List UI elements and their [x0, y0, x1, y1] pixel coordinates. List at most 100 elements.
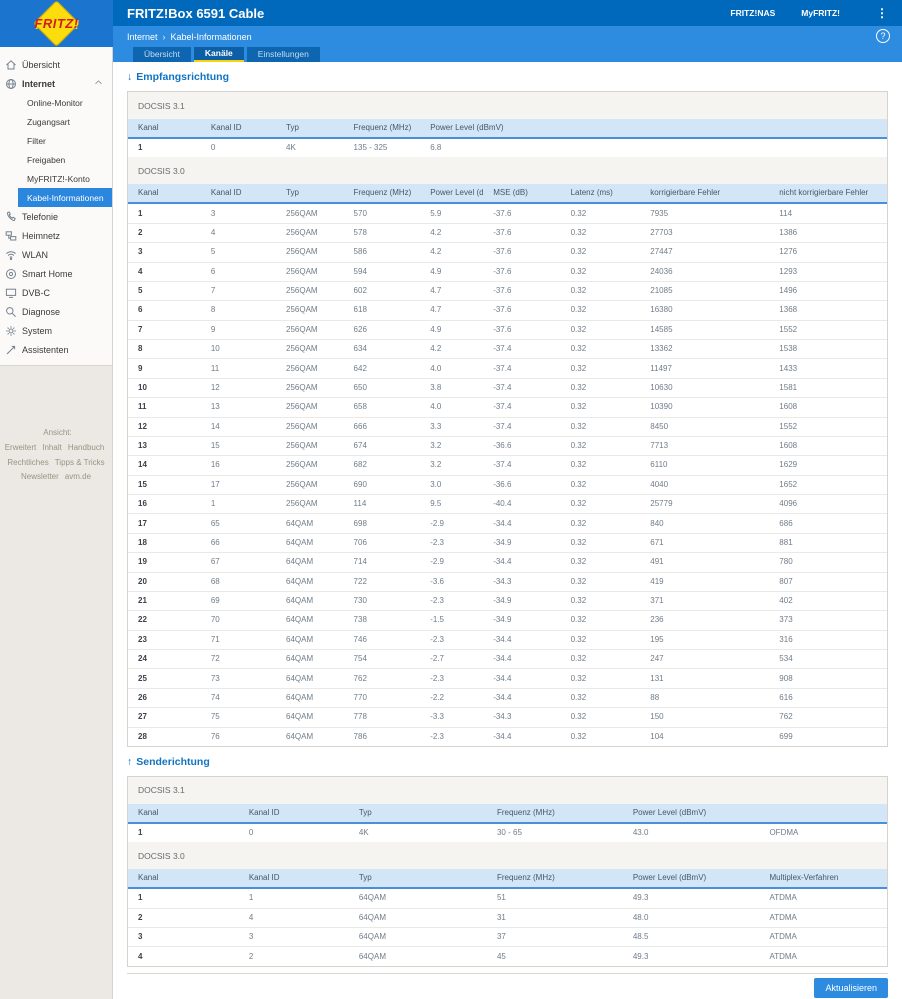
table-cell: 730 [343, 591, 421, 612]
table-cell: 634 [343, 339, 421, 360]
table-cell: 402 [769, 591, 887, 612]
table-cell: 1293 [769, 262, 887, 282]
table-row: 25 73 64QAM 762 -2.3 -34.4 0.32 131 908 [128, 668, 887, 689]
table-cell: 780 [769, 552, 887, 573]
table-cell: 908 [769, 668, 887, 689]
table-cell: 13362 [640, 339, 770, 360]
column-header: MSE (dB) [483, 184, 561, 205]
table-header-row: Kanal Kanal ID Typ Frequenz (MHz) Power Leve… [128, 869, 887, 890]
sidebar-item-filter[interactable]: Filter [18, 131, 112, 150]
tipps-tricks-link[interactable]: Tipps & Tricks [55, 458, 105, 467]
table-row: 4 2 64QAM 45 49.3 ATDMA [128, 947, 887, 966]
table-cell: 256QAM [276, 358, 344, 379]
sidebar-item-smart-home[interactable]: Smart Home [0, 264, 112, 283]
rechtliches-link[interactable]: Rechtliches [7, 458, 48, 467]
sidebar-item-telefonie[interactable]: Telefonie [0, 207, 112, 226]
chevron-up-icon[interactable] [94, 78, 107, 89]
sidebar-item-dvb-c[interactable]: DVB-C [0, 283, 112, 302]
handbuch-link[interactable]: Handbuch [68, 443, 104, 452]
table-row: 14 16 256QAM 682 3.2 -37.4 0.32 6110 1629 [128, 455, 887, 476]
table-cell: 12 [128, 417, 201, 437]
table-cell: 12 [200, 378, 276, 399]
table-cell: -34.9 [483, 610, 561, 631]
tab-kanaele[interactable]: Kanäle [193, 47, 244, 62]
column-header: Power Level (dBmV) [420, 119, 887, 139]
sidebar-item-kabel-informationen[interactable]: Kabel-Informationen [18, 188, 112, 207]
sidebar-item-online-monitor[interactable]: Online-Monitor [18, 93, 112, 112]
table-cell: 5.9 [420, 203, 484, 224]
sidebar-item-freigaben[interactable]: Freigaben [18, 150, 112, 169]
table-cell: 16 [200, 455, 276, 476]
breadcrumb-section[interactable]: Internet [127, 32, 158, 42]
table-row: 6 8 256QAM 618 4.7 -37.6 0.32 16380 1368 [128, 300, 887, 321]
table-row: 17 65 64QAM 698 -2.9 -34.4 0.32 840 686 [128, 513, 887, 534]
tab-einstellungen[interactable]: Einstellungen [246, 47, 320, 62]
download-docsis30-table: Kanal Kanal ID Typ Frequenz (MHz) Power Leve… [128, 184, 887, 746]
sidebar-item-label: Telefonie [22, 211, 59, 222]
table-cell: 0 [248, 828, 254, 838]
fritz-logo[interactable]: FRITZ! [0, 0, 113, 47]
table-cell: -37.6 [483, 223, 561, 244]
sidebar-item-label: System [22, 325, 53, 336]
table-cell: 699 [779, 731, 793, 741]
table-cell: 256QAM [276, 300, 344, 321]
main-content: ↓ Empfangsrichtung DOCSIS 3.1 Kanal Kanal … [113, 62, 902, 999]
newsletter-link[interactable]: Newsletter [21, 472, 59, 481]
sidebar-item-zugangsart[interactable]: Zugangsart [18, 112, 112, 131]
breadcrumb-bar: Internet › Kabel-Informationen ? [0, 26, 902, 47]
sidebar-item-internet[interactable]: Internet [0, 74, 112, 93]
table-row: 11 13 256QAM 658 4.0 -37.4 0.32 10390 1608 [128, 397, 887, 418]
sidebar-item-wlan[interactable]: WLAN [0, 245, 112, 264]
sidebar-item-myfritz-konto[interactable]: MyFRITZ!-Konto [18, 169, 112, 188]
tab-uebersicht[interactable]: Übersicht [133, 47, 191, 62]
table-cell: 746 [343, 630, 421, 651]
table-cell: -34.3 [483, 707, 561, 728]
myfritz-link[interactable]: MyFRITZ! [801, 8, 840, 18]
table-cell: -37.4 [483, 358, 561, 379]
sidebar-item-diagnose[interactable]: Diagnose [0, 302, 112, 321]
column-header: Kanal [128, 803, 239, 824]
table-cell: 616 [769, 688, 887, 709]
table-cell: 16380 [640, 300, 770, 321]
table-row: 2 4 256QAM 578 4.2 -37.6 0.32 27703 1386 [128, 223, 887, 244]
table-cell: 4 [128, 262, 201, 282]
table-cell: 150 [640, 707, 770, 728]
refresh-button[interactable]: Aktualisieren [814, 977, 888, 998]
table-row: 10 12 256QAM 650 3.8 -37.4 0.32 10630 1581 [128, 378, 887, 399]
table-cell: 4040 [640, 475, 770, 496]
table-cell: 21 [128, 591, 201, 612]
inhalt-link[interactable]: Inhalt [42, 443, 62, 452]
table-cell: 4096 [769, 494, 887, 515]
table-cell: 570 [343, 203, 421, 224]
breadcrumb-page: Kabel-Informationen [170, 31, 252, 42]
column-header: Kanal [128, 184, 201, 205]
avm-link[interactable]: avm.de [65, 472, 91, 481]
table-cell: 64QAM [276, 513, 344, 534]
sidebar-item-uebersicht[interactable]: Übersicht [0, 55, 112, 74]
table-cell: 0.32 [560, 281, 641, 302]
table-cell: 64QAM [276, 552, 344, 573]
table-cell: 0 [210, 143, 216, 153]
table-cell: -34.3 [483, 572, 561, 592]
sidebar-item-system[interactable]: System [0, 321, 112, 340]
table-cell: 236 [640, 610, 770, 631]
column-header: Frequenz (MHz) [486, 869, 623, 890]
help-icon[interactable]: ? [876, 29, 890, 43]
table-cell: 27 [128, 707, 201, 728]
table-row: 16 1 256QAM 114 9.5 -40.4 0.32 25779 4096 [128, 494, 887, 515]
table-cell: 15 [128, 475, 201, 496]
table-header-row: Kanal Kanal ID Typ Frequenz (MHz) Power Leve… [128, 803, 887, 824]
table-cell: -2.2 [420, 688, 484, 709]
download-docsis31-table: Kanal Kanal ID Typ Frequenz (MHz) Power Leve… [128, 119, 887, 157]
column-header: Latenz (ms) [560, 184, 641, 205]
column-header [759, 803, 887, 824]
fritznas-link[interactable]: FRITZ!NAS [730, 8, 775, 18]
sidebar-item-heimnetz[interactable]: Heimnetz [0, 226, 112, 245]
table-row: 15 17 256QAM 690 3.0 -36.6 0.32 4040 1652 [128, 475, 887, 496]
table-cell: 4.7 [420, 300, 484, 321]
sidebar-item-assistenten[interactable]: Assistenten [0, 340, 112, 359]
overflow-menu-icon[interactable]: ⋮ [876, 6, 888, 20]
table-cell: 195 [640, 630, 770, 651]
table-cell: -34.4 [483, 552, 561, 573]
table-cell: 256QAM [276, 339, 344, 360]
